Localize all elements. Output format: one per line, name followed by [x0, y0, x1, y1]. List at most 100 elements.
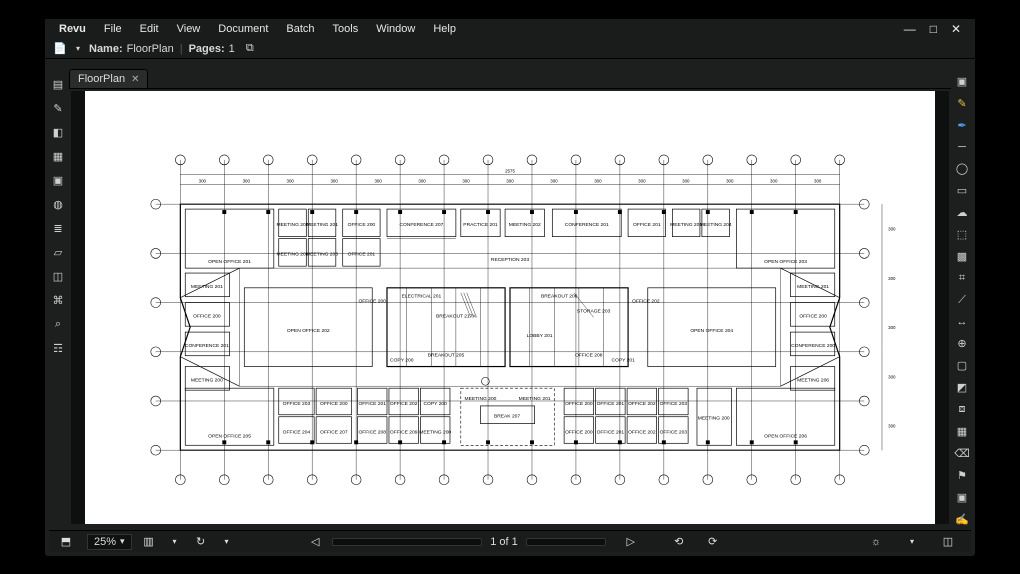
svg-text:OFFICE 201: OFFICE 201: [358, 401, 386, 407]
svg-text:OPEN OFFICE 203: OPEN OFFICE 203: [764, 259, 807, 265]
dimension-icon[interactable]: ↔: [955, 316, 969, 328]
svg-text:OPEN OFFICE 205: OPEN OFFICE 205: [208, 433, 251, 439]
document-icon[interactable]: 📄: [53, 42, 67, 56]
svg-text:MEETING 205: MEETING 205: [670, 222, 702, 228]
arrow-icon[interactable]: ◩: [955, 381, 969, 394]
chevron-down-icon[interactable]: ▾: [903, 533, 921, 551]
polygon-icon[interactable]: ▢: [955, 359, 969, 372]
file-access-icon[interactable]: ◧: [51, 125, 65, 139]
page-scrubber[interactable]: [332, 538, 482, 546]
svg-text:MEETING 206: MEETING 206: [797, 377, 829, 383]
next-page-icon[interactable]: ▷: [622, 533, 640, 551]
menu-edit[interactable]: Edit: [132, 21, 167, 37]
svg-text:300: 300: [199, 179, 207, 184]
svg-text:CONFERENCE 200: CONFERENCE 200: [791, 343, 835, 349]
toolchests-icon[interactable]: ▣: [51, 173, 65, 187]
svg-text:300: 300: [418, 179, 426, 184]
chevron-down-icon[interactable]: ▾: [218, 533, 236, 551]
svg-text:OFFICE 202: OFFICE 202: [628, 429, 656, 435]
svg-text:OFFICE 203: OFFICE 203: [660, 401, 688, 407]
links-icon[interactable]: ⌘: [51, 293, 65, 307]
svg-text:300: 300: [770, 179, 778, 184]
svg-text:OFFICE 209: OFFICE 209: [390, 429, 418, 435]
bookmarks-icon[interactable]: ✎: [51, 101, 65, 115]
svg-text:OFFICE 201: OFFICE 201: [633, 222, 661, 228]
fit-page-icon[interactable]: ▥: [140, 533, 158, 551]
page-layout-icon[interactable]: ⧉: [243, 42, 257, 56]
eraser-icon[interactable]: ⌫: [955, 447, 969, 460]
name-label: Name:: [89, 43, 123, 55]
search-icon[interactable]: ⌕: [51, 317, 65, 331]
snapshot-icon[interactable]: ⧈: [955, 403, 969, 416]
rotate-icon[interactable]: ↻: [192, 533, 210, 551]
window-close[interactable]: ✕: [951, 22, 961, 36]
brand: Revu: [45, 23, 96, 35]
link-icon[interactable]: ▣: [955, 491, 969, 504]
signature-icon[interactable]: ✍: [955, 513, 969, 526]
callout-icon[interactable]: ⬚: [955, 228, 969, 241]
svg-text:OFFICE 204: OFFICE 204: [283, 429, 311, 435]
spaces-icon[interactable]: ▱: [51, 245, 65, 259]
menubar: Revu File Edit View Document Batch Tools…: [45, 19, 975, 39]
line-icon[interactable]: ─: [955, 141, 969, 153]
svg-text:ELECTRICAL 201: ELECTRICAL 201: [402, 294, 442, 300]
cloud-icon[interactable]: ☁: [955, 206, 969, 219]
text-icon[interactable]: ▦: [955, 425, 969, 438]
studio-icon[interactable]: ☶: [51, 341, 65, 355]
window-minimize[interactable]: —: [904, 22, 916, 36]
svg-text:OFFICE 202: OFFICE 202: [390, 401, 418, 407]
menu-document[interactable]: Document: [210, 21, 276, 37]
svg-text:2575: 2575: [505, 169, 515, 174]
menu-help[interactable]: Help: [425, 21, 464, 37]
prev-view-icon[interactable]: ⟲: [670, 533, 688, 551]
right-dock: ▣ ✎ ✒ ─ ◯ ▭ ☁ ⬚ ▩ ⌗ ⟋ ↔ ⊕ ▢ ◩ ⧈ ▦ ⌫ ⚑ ▣ …: [953, 69, 971, 526]
close-tab-icon[interactable]: ✕: [131, 74, 139, 85]
zoom-value: 25%: [94, 536, 116, 548]
svg-text:300: 300: [287, 179, 295, 184]
chevron-down-icon[interactable]: ▾: [71, 42, 85, 56]
menu-file[interactable]: File: [96, 21, 130, 37]
menu-batch[interactable]: Batch: [278, 21, 322, 37]
svg-text:300: 300: [888, 227, 896, 232]
window-maximize[interactable]: □: [930, 22, 937, 36]
svg-text:PRACTICE 201: PRACTICE 201: [463, 222, 498, 228]
image-icon[interactable]: ▩: [955, 250, 969, 263]
zoom-selector[interactable]: 25% ▾: [87, 534, 132, 550]
canvas[interactable]: 2575300300300300300300300300300300300300…: [71, 91, 949, 524]
document-tab[interactable]: FloorPlan ✕: [69, 69, 148, 88]
layers-icon[interactable]: ≣: [51, 221, 65, 235]
page-scrubber-right[interactable]: [526, 538, 606, 546]
svg-text:OFFICE 200: OFFICE 200: [799, 313, 827, 319]
menu-window[interactable]: Window: [368, 21, 423, 37]
svg-text:COPY 200: COPY 200: [424, 401, 448, 407]
svg-text:OFFICE 208: OFFICE 208: [358, 429, 386, 435]
chevron-down-icon[interactable]: ▾: [166, 533, 184, 551]
svg-text:300: 300: [814, 179, 822, 184]
polyline-icon[interactable]: ⟋: [955, 294, 969, 307]
count-icon[interactable]: ⊕: [955, 337, 969, 350]
dimmer-icon[interactable]: ☼: [867, 533, 885, 551]
rectangle-icon[interactable]: ▭: [955, 184, 969, 197]
profile-icon[interactable]: ⬒: [57, 533, 75, 551]
split-icon[interactable]: ◫: [939, 533, 957, 551]
cursor-icon[interactable]: ▣: [955, 75, 969, 88]
ellipse-icon[interactable]: ◯: [955, 162, 969, 175]
menu-view[interactable]: View: [169, 21, 209, 37]
next-view-icon[interactable]: ⟳: [704, 533, 722, 551]
svg-text:CONFERENCE 201: CONFERENCE 201: [565, 222, 609, 228]
thumbnails-icon[interactable]: ▤: [51, 77, 65, 91]
page-indicator: 1 of 1: [490, 536, 518, 548]
svg-text:COPY 200: COPY 200: [390, 358, 414, 364]
svg-text:OFFICE 200: OFFICE 200: [320, 401, 348, 407]
pen-icon[interactable]: ✒: [955, 119, 969, 132]
first-page-icon[interactable]: ◁: [306, 533, 324, 551]
measurements-icon[interactable]: ◫: [51, 269, 65, 283]
info-bar: 📄 ▾ Name: FloorPlan | Pages: 1 ⧉: [45, 39, 975, 59]
menu-tools[interactable]: Tools: [325, 21, 367, 37]
flag-icon[interactable]: ⚑: [955, 469, 969, 482]
stamp-icon[interactable]: ⌗: [955, 272, 969, 285]
properties-icon[interactable]: ◍: [51, 197, 65, 211]
svg-text:MEETING 200: MEETING 200: [191, 377, 223, 383]
highlighter-icon[interactable]: ✎: [955, 97, 969, 110]
markups-icon[interactable]: ▦: [51, 149, 65, 163]
